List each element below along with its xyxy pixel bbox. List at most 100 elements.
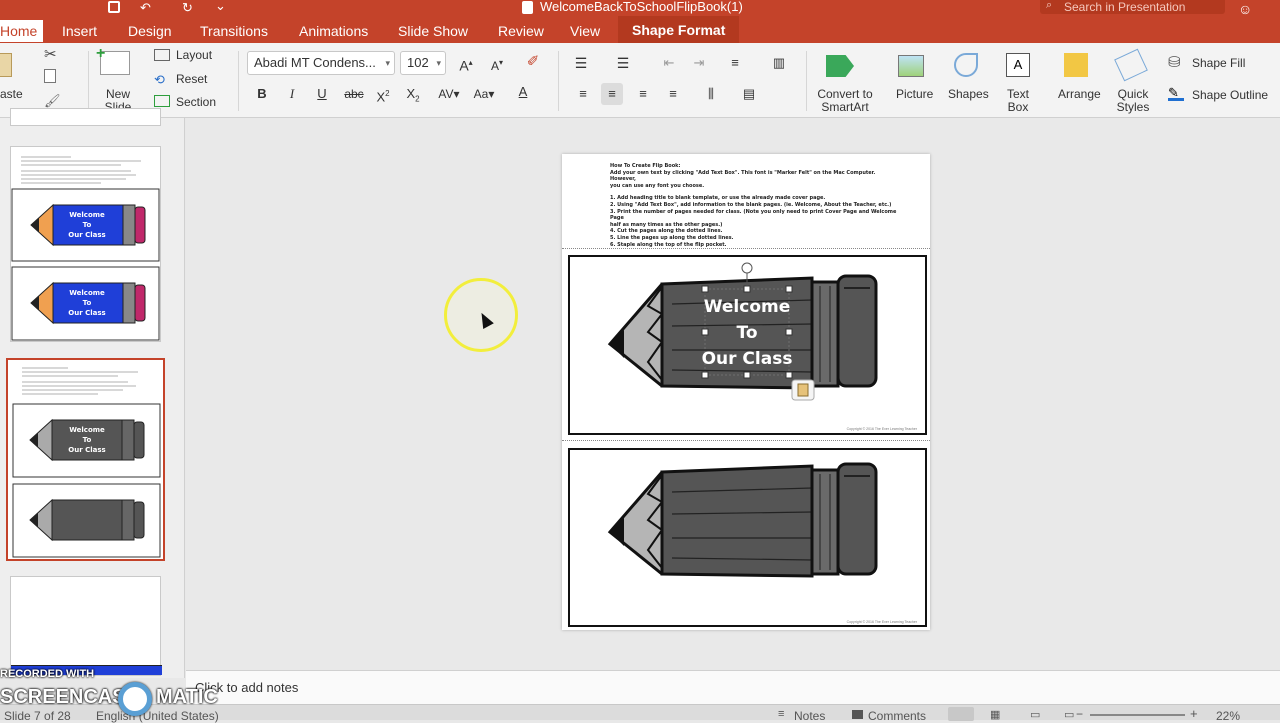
subscript-icon[interactable]: X2	[402, 83, 424, 105]
zoom-level[interactable]: 22%	[1216, 709, 1240, 723]
shape-fill-button[interactable]: Shape Fill	[1192, 57, 1245, 70]
notes-icon[interactable]: ≡	[778, 708, 784, 720]
our-class-text[interactable]: Our Class	[702, 349, 793, 369]
arrange-icon[interactable]	[1064, 53, 1088, 77]
slide-artwork: Welcome To Our Class Copyright © 2016 Th…	[568, 255, 927, 627]
layout-button[interactable]: Layout	[176, 49, 212, 62]
shape-outline-icon[interactable]: ✎	[1168, 85, 1184, 101]
normal-view-icon[interactable]	[948, 707, 974, 721]
paste-label[interactable]: aste	[0, 88, 23, 101]
thumbnail-preview: Welcome To Our Class Welcome To Our Clas…	[11, 156, 160, 341]
zoom-out-icon[interactable]: −	[1076, 707, 1083, 721]
tab-design[interactable]: Design	[128, 20, 172, 42]
align-left-icon[interactable]: ≡	[572, 83, 594, 105]
align-right-icon[interactable]: ≡	[632, 83, 654, 105]
font-name-select[interactable]: Abadi MT Condens... ▾	[247, 51, 395, 75]
quick-styles-icon[interactable]	[1114, 48, 1148, 82]
slide-thumbnails-pane[interactable]: Welcome To Our Class Welcome To Our Clas…	[0, 108, 185, 678]
decrease-indent-icon[interactable]: ⇤	[658, 52, 680, 74]
save-icon[interactable]	[108, 1, 120, 13]
shape-fill-icon[interactable]: ⛁	[1168, 53, 1181, 71]
comments-toggle[interactable]: Comments	[868, 709, 926, 723]
section-button[interactable]: Section	[176, 96, 216, 109]
redo-icon[interactable]: ↻	[182, 0, 193, 16]
file-icon	[522, 1, 533, 14]
columns-icon[interactable]: ▥	[768, 52, 790, 74]
chevron-down-icon: ▾	[436, 58, 441, 68]
welcome-text[interactable]: Welcome	[704, 297, 791, 317]
paste-icon[interactable]	[0, 53, 12, 77]
change-case-icon[interactable]: Aa▾	[470, 83, 498, 105]
numbering-icon[interactable]: ☰	[612, 52, 634, 74]
thumbnail-slide-5[interactable]	[10, 108, 161, 126]
line-spacing-icon[interactable]: ≡	[724, 52, 746, 74]
tab-insert[interactable]: Insert	[62, 20, 97, 42]
tab-transitions[interactable]: Transitions	[200, 20, 268, 42]
reading-view-icon[interactable]: ▭	[1030, 708, 1040, 721]
to-text[interactable]: To	[736, 323, 757, 343]
thumb-welcome-text: Welcome	[69, 426, 105, 434]
font-name-value: Abadi MT Condens...	[254, 55, 376, 70]
tab-shape-format[interactable]: Shape Format	[618, 16, 740, 43]
tab-review[interactable]: Review	[498, 20, 544, 42]
smartart-icon[interactable]	[826, 55, 854, 77]
thumbnail-slide-6[interactable]: Welcome To Our Class Welcome To Our Clas…	[10, 146, 161, 342]
bullets-icon[interactable]: ☰	[570, 52, 592, 74]
search-input[interactable]: Search in Presentation	[1064, 0, 1185, 14]
current-slide[interactable]: How To Create Flip Book: Add your own te…	[562, 154, 930, 630]
shapes-button[interactable]: Shapes	[948, 88, 989, 101]
bold-icon[interactable]: B	[251, 83, 273, 105]
section-icon	[154, 95, 170, 107]
copy-icon[interactable]	[44, 69, 56, 83]
zoom-in-icon[interactable]: +	[1190, 706, 1198, 721]
picture-button[interactable]: Picture	[896, 88, 933, 101]
slideshow-icon[interactable]: ▭	[1064, 708, 1074, 721]
text-box-icon[interactable]: A	[1006, 53, 1030, 77]
title-bar: ↶ ↻ ⌄ WelcomeBackToSchoolFlipBook(1) ⌕ S…	[0, 0, 1280, 17]
tab-slide-show[interactable]: Slide Show	[398, 20, 468, 42]
ribbon: aste ✂ 🖌 + New Slide Layout ⟲ Reset Sect…	[0, 43, 1280, 118]
strikethrough-icon[interactable]: abc	[341, 83, 367, 105]
thumbnail-slide-7-selected[interactable]: Welcome To Our Class	[6, 358, 165, 561]
clear-format-icon[interactable]: ✐	[522, 51, 544, 73]
separator	[806, 51, 807, 111]
picture-icon[interactable]	[898, 55, 924, 77]
thumb-welcome-text: Welcome	[69, 289, 105, 297]
arrange-button[interactable]: Arrange	[1058, 88, 1101, 101]
notes-pane[interactable]: Click to add notes	[186, 670, 1280, 704]
slide-sorter-icon[interactable]: ▦	[990, 708, 1000, 721]
zoom-slider[interactable]	[1090, 714, 1185, 716]
underline-icon[interactable]: U	[311, 83, 333, 105]
italic-icon[interactable]: I	[281, 83, 303, 105]
tab-view[interactable]: View	[570, 20, 600, 42]
smiley-icon[interactable]: ☺	[1238, 1, 1252, 17]
text-box-button[interactable]: Text Box	[1004, 88, 1032, 114]
quick-styles-button[interactable]: Quick Styles	[1114, 88, 1152, 114]
char-spacing-icon[interactable]: AV▾	[435, 83, 463, 105]
comments-icon[interactable]	[852, 710, 863, 719]
decrease-font-icon[interactable]: A▾	[486, 52, 508, 74]
justify-icon[interactable]: ≡	[662, 83, 684, 105]
align-center-icon[interactable]: ≡	[601, 83, 623, 105]
shapes-icon[interactable]	[954, 53, 978, 77]
text-direction-icon[interactable]: ⫼	[700, 83, 722, 105]
cut-icon[interactable]: ✂	[44, 45, 57, 63]
thumbnail-slide-8[interactable]	[10, 576, 162, 676]
search-field[interactable]: ⌕ Search in Presentation	[1040, 0, 1225, 14]
font-color-icon[interactable]: A	[512, 81, 534, 103]
increase-indent-icon[interactable]: ⇥	[688, 52, 710, 74]
separator	[238, 51, 239, 111]
shape-outline-button[interactable]: Shape Outline	[1192, 89, 1268, 102]
tab-home[interactable]: Home	[0, 20, 44, 42]
convert-smartart-button[interactable]: Convert to SmartArt	[812, 88, 878, 114]
font-size-select[interactable]: 102 ▾	[400, 51, 446, 75]
customize-icon[interactable]: ⌄	[215, 0, 226, 14]
superscript-icon[interactable]: X2	[372, 83, 394, 105]
reset-button[interactable]: Reset	[176, 73, 207, 86]
align-text-icon[interactable]: ▤	[738, 83, 760, 105]
increase-font-icon[interactable]: A▴	[455, 52, 477, 74]
tab-animations[interactable]: Animations	[299, 20, 368, 42]
format-painter-icon[interactable]: 🖌	[44, 93, 61, 109]
notes-toggle[interactable]: Notes	[794, 709, 825, 723]
undo-icon[interactable]: ↶	[140, 0, 151, 16]
